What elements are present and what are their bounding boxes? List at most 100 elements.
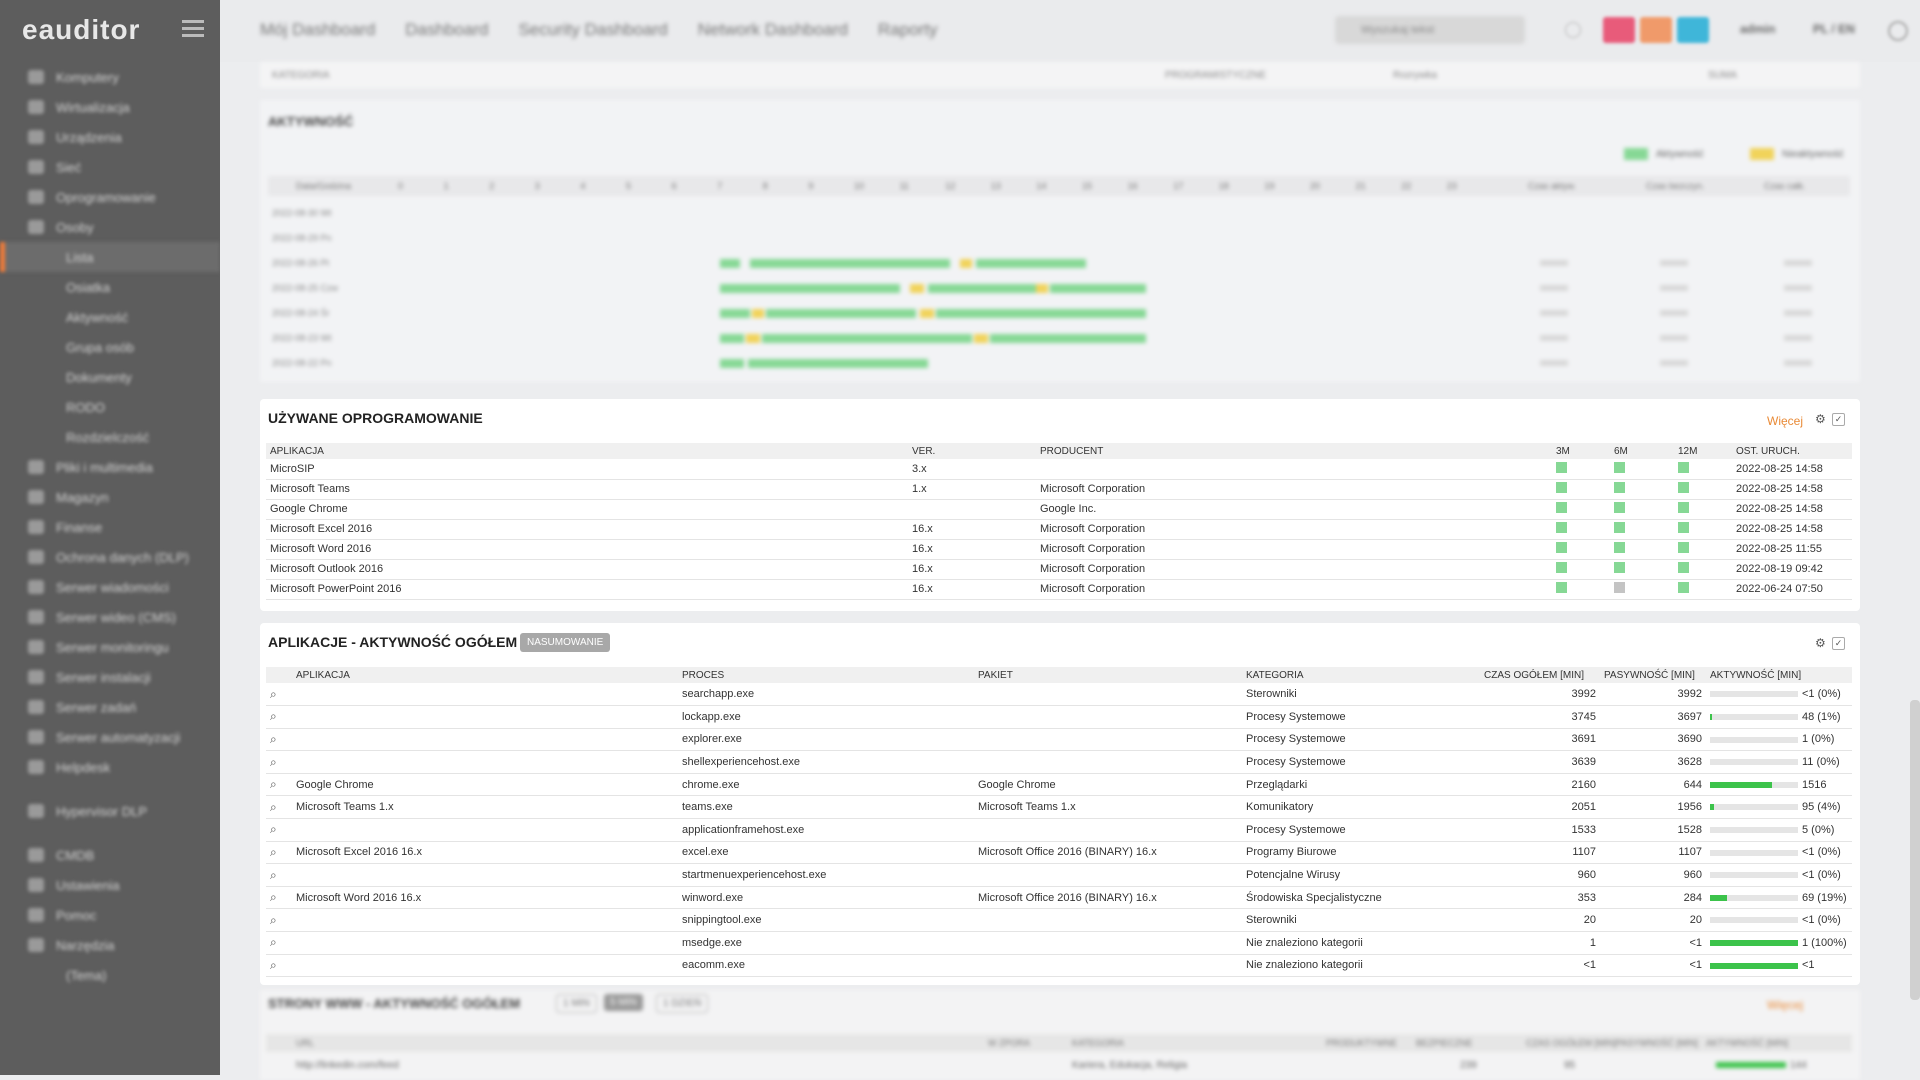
sidebar-item[interactable]: Komputery <box>0 62 220 92</box>
table-row[interactable]: Microsoft Excel 2016 16.x Microsoft Corpor… <box>266 519 1852 540</box>
col-12m[interactable]: 12M <box>1674 443 1732 459</box>
sidebar-item[interactable]: Serwer instalacji <box>0 662 220 692</box>
sidebar-item[interactable]: Hypervisor DLP <box>0 796 220 826</box>
panel-collapse-checkbox[interactable]: ✓ <box>1832 413 1845 426</box>
col-active[interactable]: AKTYWNOŚĆ [MIN] <box>1706 667 1852 683</box>
sidebar-item[interactable]: Serwer wiadomości <box>0 572 220 602</box>
summary-badge[interactable]: NASUMOWANIE <box>520 633 611 652</box>
top-nav-item[interactable]: Mój Dashboard <box>260 20 375 40</box>
magnifier-icon[interactable]: ⌕ <box>270 800 277 814</box>
sidebar-item[interactable]: Lista <box>0 242 220 272</box>
top-nav-item[interactable]: Raporty <box>878 20 938 40</box>
table-row[interactable]: ⌕ Microsoft Excel 2016 16.x excel.exe Micro… <box>266 841 1852 865</box>
magnifier-icon[interactable]: ⌕ <box>270 687 277 701</box>
row-search[interactable]: ⌕ <box>266 841 292 865</box>
table-row[interactable]: Microsoft Word 2016 16.x Microsoft Corpora… <box>266 539 1852 560</box>
row-search[interactable]: ⌕ <box>266 705 292 729</box>
row-search[interactable]: ⌕ <box>266 728 292 752</box>
web-tab-3[interactable]: 1 DZIEŃ <box>656 994 709 1013</box>
sidebar-item[interactable]: Serwer wideo (CMS) <box>0 602 220 632</box>
col-process[interactable]: PROCES <box>678 667 974 683</box>
magnifier-icon[interactable]: ⌕ <box>270 845 277 859</box>
settings-gear-icon[interactable] <box>1888 21 1908 41</box>
magnifier-icon[interactable]: ⌕ <box>270 913 277 927</box>
magnifier-icon[interactable]: ⌕ <box>270 777 277 791</box>
sidebar-item[interactable]: Grupa osób <box>0 332 220 362</box>
magnifier-icon[interactable]: ⌕ <box>270 709 277 723</box>
sidebar-item[interactable]: Serwer monitoringu <box>0 632 220 662</box>
table-row[interactable]: ⌕ lockapp.exe Procesy Systemowe 3745 3697 48 … <box>266 705 1852 729</box>
row-search[interactable]: ⌕ <box>266 683 292 707</box>
table-row[interactable]: Microsoft Outlook 2016 16.x Microsoft Corp… <box>266 559 1852 580</box>
sidebar-item[interactable]: Ochrona danych (DLP) <box>0 542 220 572</box>
col-3m[interactable]: 3M <box>1552 443 1610 459</box>
web-more-link[interactable]: Więcej <box>1767 998 1803 1012</box>
magnifier-icon[interactable]: ⌕ <box>270 822 277 836</box>
sidebar-item[interactable]: Finanse <box>0 512 220 542</box>
col-category[interactable]: KATEGORIA <box>1242 667 1480 683</box>
sidebar-item[interactable]: Ustawienia <box>0 870 220 900</box>
sidebar-item[interactable]: RODO <box>0 392 220 422</box>
menu-toggle-icon[interactable] <box>182 20 204 38</box>
row-search[interactable]: ⌕ <box>266 931 292 955</box>
web-row-url[interactable]: http://linkedin.com/feed <box>296 1060 399 1071</box>
sidebar-item[interactable]: (Tema) <box>0 960 220 990</box>
more-link[interactable]: Więcej <box>1767 414 1803 428</box>
row-search[interactable]: ⌕ <box>266 750 292 774</box>
table-row[interactable]: Microsoft PowerPoint 2016 16.x Microsoft C… <box>266 579 1852 600</box>
table-row[interactable]: ⌕ shellexperiencehost.exe Procesy Systemow… <box>266 750 1852 774</box>
panel-settings-gear-icon[interactable]: ⚙ <box>1815 636 1826 650</box>
magnifier-icon[interactable]: ⌕ <box>270 958 277 972</box>
table-row[interactable]: ⌕ searchapp.exe Sterowniki 3992 3992 <1 (0%) <box>266 683 1852 707</box>
row-search[interactable]: ⌕ <box>266 773 292 797</box>
magnifier-icon[interactable]: ⌕ <box>270 868 277 882</box>
table-row[interactable]: ⌕ applicationframehost.exe Procesy Systemo… <box>266 818 1852 842</box>
col-last-run[interactable]: OST. URUCH. <box>1732 443 1852 459</box>
search-input[interactable]: Wyszukaj tekst <box>1335 16 1525 44</box>
alert-button-red[interactable] <box>1603 17 1635 43</box>
sidebar-item[interactable]: Urządzenia <box>0 122 220 152</box>
row-search[interactable]: ⌕ <box>266 886 292 910</box>
table-row[interactable]: MicroSIP 3.x 2022-08-25 14:58 <box>266 459 1852 480</box>
col-6m[interactable]: 6M <box>1610 443 1674 459</box>
alert-button-blue[interactable] <box>1677 17 1709 43</box>
sidebar-item[interactable]: Dokumenty <box>0 362 220 392</box>
sidebar-item[interactable]: Aktywność <box>0 302 220 332</box>
sidebar-item[interactable]: Serwer automatyzacji <box>0 722 220 752</box>
magnifier-icon[interactable]: ⌕ <box>270 755 277 769</box>
row-search[interactable]: ⌕ <box>266 863 292 887</box>
sidebar-item[interactable]: Magazyn <box>0 482 220 512</box>
table-row[interactable]: ⌕ Microsoft Word 2016 16.x winword.exe Micr… <box>266 886 1852 910</box>
sidebar-item[interactable]: Serwer zadań <box>0 692 220 722</box>
magnifier-icon[interactable]: ⌕ <box>270 890 277 904</box>
magnifier-icon[interactable]: ⌕ <box>270 935 277 949</box>
sidebar-item[interactable]: Osiatka <box>0 272 220 302</box>
alert-button-orange[interactable] <box>1640 17 1672 43</box>
row-search[interactable]: ⌕ <box>266 954 292 978</box>
row-search[interactable]: ⌕ <box>266 795 292 820</box>
notification-bell-icon[interactable] <box>1565 22 1581 38</box>
web-tab-1[interactable]: 1 MIN <box>556 994 597 1013</box>
table-row[interactable]: ⌕ startmenuexperiencehost.exe Potencjalne … <box>266 863 1852 887</box>
top-nav-item[interactable]: Dashboard <box>405 20 488 40</box>
col-app[interactable]: APLIKACJA <box>266 443 908 459</box>
col-passive[interactable]: PASYWNOŚĆ [MIN] <box>1600 667 1706 683</box>
col-version[interactable]: VER. <box>908 443 1036 459</box>
web-tab-2[interactable]: 5 MIN <box>604 994 643 1011</box>
col-total-time[interactable]: CZAS OGÓŁEM [MIN] <box>1480 667 1600 683</box>
sidebar-item[interactable]: Pliki i multimedia <box>0 452 220 482</box>
sidebar-item[interactable]: Osoby <box>0 212 220 242</box>
language-switch[interactable]: PL / EN <box>1813 22 1855 36</box>
table-row[interactable]: ⌕ Google Chrome chrome.exe Google Chrome Prz… <box>266 773 1852 797</box>
table-row[interactable]: ⌕ explorer.exe Procesy Systemowe 3691 3690 1 … <box>266 728 1852 752</box>
table-row[interactable]: ⌕ Microsoft Teams 1.x teams.exe Microsoft T… <box>266 795 1852 820</box>
table-row[interactable]: Google Chrome Google Inc. 2022-08-25 14:58 <box>266 499 1852 520</box>
sidebar-item[interactable]: Sieć <box>0 152 220 182</box>
table-row[interactable]: ⌕ msedge.exe Nie znaleziono kategorii 1 <1 1 … <box>266 931 1852 955</box>
sidebar-item[interactable]: Narzędzia <box>0 930 220 960</box>
sidebar-item[interactable]: Pomoc <box>0 900 220 930</box>
sidebar-item[interactable]: CMDB <box>0 840 220 870</box>
row-search[interactable]: ⌕ <box>266 818 292 842</box>
magnifier-icon[interactable]: ⌕ <box>270 732 277 746</box>
panel-collapse-checkbox[interactable]: ✓ <box>1832 637 1845 650</box>
